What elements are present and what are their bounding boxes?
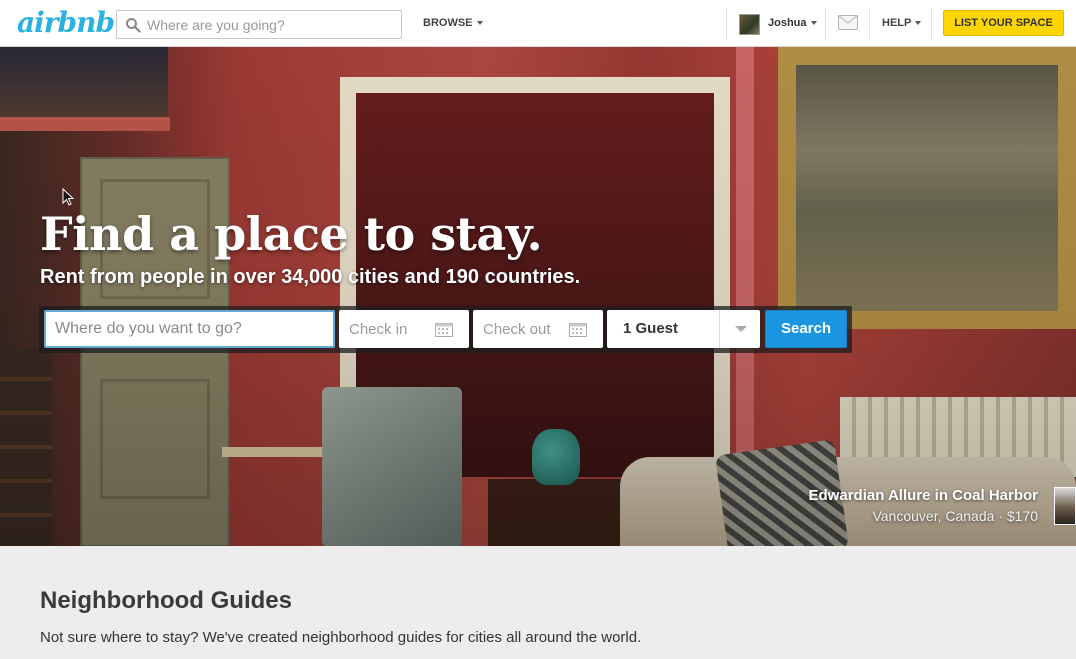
hero-search-bar: 1 Guest Search <box>39 306 852 353</box>
search-button[interactable]: Search <box>765 310 847 348</box>
list-your-space-button[interactable]: LIST YOUR SPACE <box>943 10 1064 36</box>
calendar-icon[interactable] <box>435 321 453 337</box>
guests-dropdown-toggle[interactable] <box>719 310 760 348</box>
guides-description: Not sure where to stay? We've created ne… <box>40 629 642 646</box>
destination-field[interactable] <box>44 310 335 348</box>
hero-banner: Find a place to stay. Rent from people i… <box>0 47 1076 546</box>
top-header: airbnb BROWSE Joshua HELP LIST YOUR SPAC… <box>0 0 1076 47</box>
checkout-field[interactable] <box>473 310 603 348</box>
destination-input[interactable] <box>46 312 333 346</box>
user-name-label: Joshua <box>768 17 807 29</box>
listing-caption-location: Vancouver, Canada · $170 <box>872 508 1038 524</box>
browse-menu[interactable]: BROWSE <box>423 17 483 29</box>
chevron-down-icon <box>735 326 747 332</box>
header-divider <box>726 8 727 40</box>
guests-select[interactable]: 1 Guest <box>607 310 760 348</box>
avatar[interactable] <box>739 14 760 35</box>
chevron-down-icon <box>810 21 817 26</box>
mail-icon[interactable] <box>838 15 858 30</box>
cursor-icon <box>62 188 74 206</box>
guests-value: 1 Guest <box>623 320 679 337</box>
search-icon <box>126 18 141 33</box>
browse-label: BROWSE <box>423 17 473 29</box>
hero-shade <box>0 47 1076 546</box>
header-divider <box>931 8 932 40</box>
chevron-down-icon <box>915 21 922 26</box>
hero-subtitle: Rent from people in over 34,000 cities a… <box>40 266 581 288</box>
header-search[interactable] <box>116 10 402 39</box>
header-divider <box>825 8 826 40</box>
help-menu[interactable]: HELP <box>882 17 922 29</box>
calendar-icon[interactable] <box>569 321 587 337</box>
host-avatar[interactable] <box>1054 487 1076 525</box>
listing-caption-title[interactable]: Edwardian Allure in Coal Harbor <box>809 487 1038 504</box>
checkin-field[interactable] <box>339 310 469 348</box>
header-divider <box>869 8 870 40</box>
hero-title: Find a place to stay. <box>40 207 543 261</box>
chevron-down-icon <box>476 21 483 26</box>
user-menu[interactable]: Joshua <box>768 17 817 29</box>
help-label: HELP <box>882 17 912 29</box>
header-search-input[interactable] <box>147 15 397 35</box>
guides-title: Neighborhood Guides <box>40 587 292 614</box>
airbnb-logo[interactable]: airbnb <box>17 6 115 39</box>
